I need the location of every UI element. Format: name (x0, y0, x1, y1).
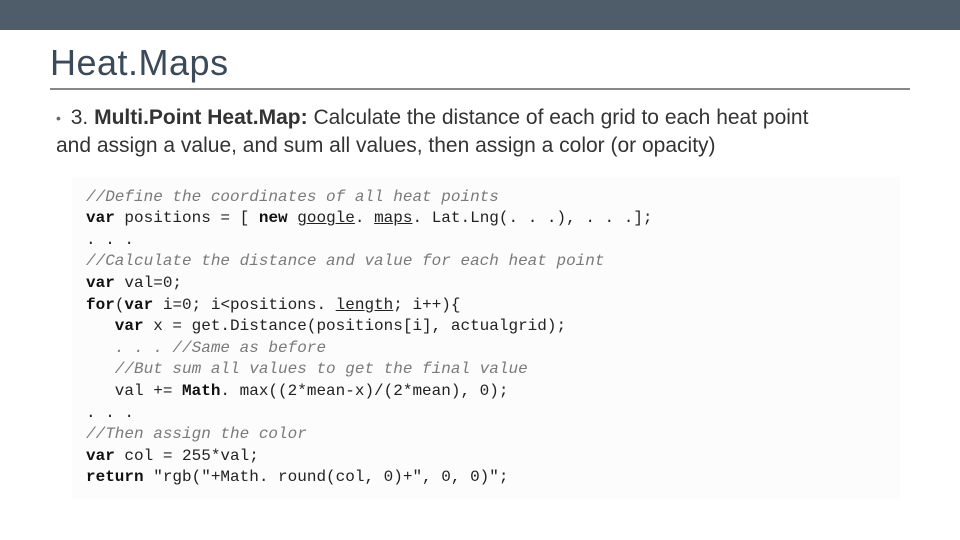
bullet-number: 3. (71, 106, 89, 129)
code-line: var col = 255*val; (86, 446, 886, 468)
code-line: for(var i=0; i<positions. length; i++){ (86, 295, 886, 317)
code-line: val += Math. max((2*mean-x)/(2*mean), 0)… (86, 381, 886, 403)
code-block: //Define the coordinates of all heat poi… (72, 177, 900, 499)
bullet-desc-2: and assign a value, and sum all values, … (56, 134, 716, 157)
code-line: //Then assign the color (86, 424, 886, 446)
code-line: //But sum all values to get the final va… (86, 359, 886, 381)
code-line: var val=0; (86, 273, 886, 295)
bullet-dot-icon: • (56, 110, 61, 126)
code-line: var positions = [ new google. maps. Lat.… (86, 208, 886, 230)
page-title: Heat.Maps (50, 42, 910, 84)
code-line: //Define the coordinates of all heat poi… (86, 187, 886, 209)
code-line: //Calculate the distance and value for e… (86, 251, 886, 273)
code-line: . . . (86, 403, 886, 425)
top-bar (0, 0, 960, 30)
bullet-desc-1: Calculate the distance of each grid to e… (308, 106, 809, 129)
code-line: . . . //Same as before (86, 338, 886, 360)
bullet-text: • 3. Multi.Point Heat.Map: Calculate the… (56, 104, 910, 161)
code-line: return "rgb("+Math. round(col, 0)+", 0, … (86, 467, 886, 489)
bullet-lead: Multi.Point Heat.Map: (94, 106, 308, 129)
code-line: var x = get.Distance(positions[i], actua… (86, 316, 886, 338)
slide-content: Heat.Maps • 3. Multi.Point Heat.Map: Cal… (0, 42, 960, 499)
title-rule (50, 88, 910, 90)
code-line: . . . (86, 230, 886, 252)
